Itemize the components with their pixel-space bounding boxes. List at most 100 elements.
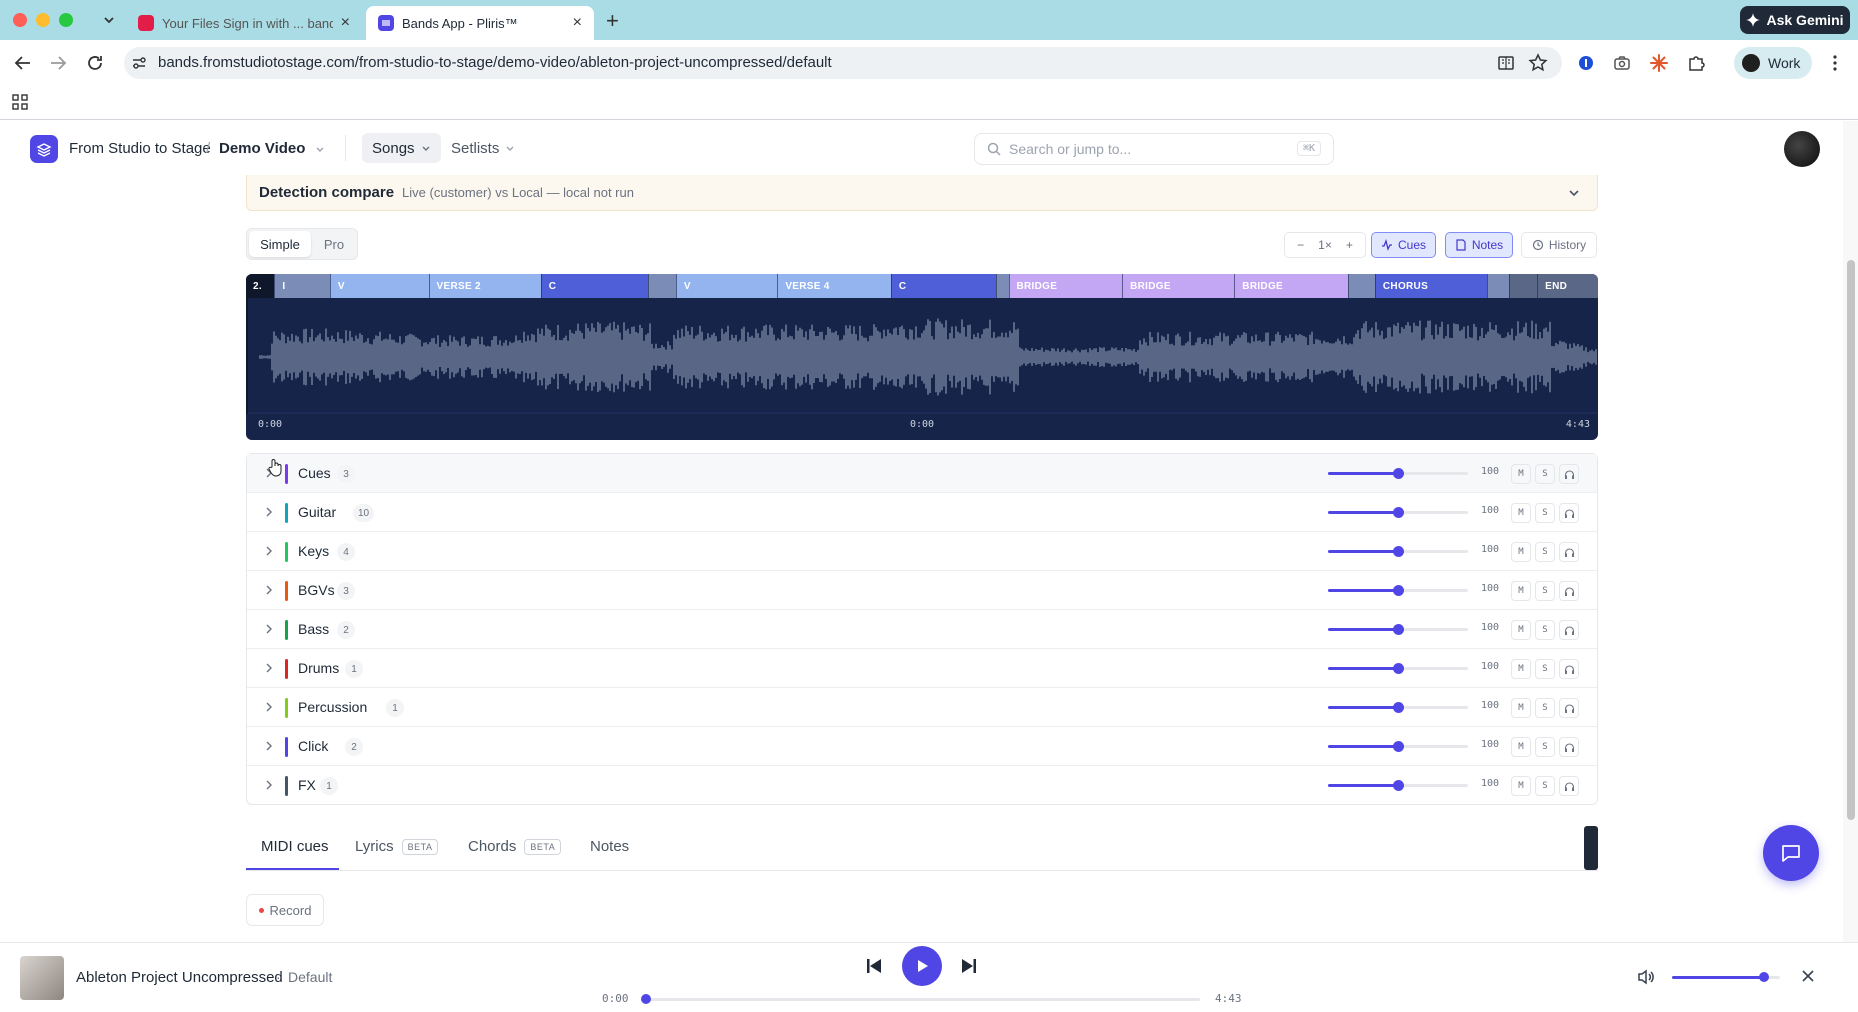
expand-chevron-icon[interactable] (263, 662, 275, 674)
mute-button[interactable]: M (1511, 581, 1531, 601)
mode-pro-button[interactable]: Pro (313, 231, 355, 257)
reload-icon[interactable] (84, 52, 106, 74)
expand-chevron-icon[interactable] (263, 545, 275, 557)
breadcrumb-org[interactable]: From Studio to Stage (69, 140, 211, 157)
solo-button[interactable]: S (1535, 776, 1555, 796)
tab-close-icon[interactable]: × (573, 14, 582, 32)
headphones-icon[interactable] (1559, 659, 1579, 679)
next-track-icon[interactable] (959, 956, 979, 976)
search-input[interactable]: Search or jump to... ⌘K (974, 133, 1334, 165)
mute-button[interactable]: M (1511, 503, 1531, 523)
mute-button[interactable]: M (1511, 620, 1531, 640)
apps-grid-icon[interactable] (10, 92, 32, 114)
back-arrow-icon[interactable] (12, 52, 34, 74)
track-volume-slider[interactable] (1328, 546, 1468, 557)
mode-simple-button[interactable]: Simple (249, 231, 311, 257)
browser-menu-icon[interactable] (1824, 52, 1846, 74)
expand-chevron-icon[interactable] (263, 740, 275, 752)
track-row[interactable]: Click 2 100 M S (247, 727, 1597, 766)
headphones-icon[interactable] (1559, 503, 1579, 523)
track-volume-slider[interactable] (1328, 624, 1468, 635)
window-minimize-button[interactable] (36, 13, 50, 27)
headphones-icon[interactable] (1559, 698, 1579, 718)
expand-chevron-icon[interactable] (263, 779, 275, 791)
browser-tab-inactive[interactable]: Your Files Sign in with ... bands × (126, 6, 362, 40)
reader-mode-icon[interactable] (1495, 52, 1517, 74)
tab-lyrics[interactable]: Lyrics BETA (355, 838, 439, 855)
close-player-icon[interactable] (1800, 968, 1816, 984)
mute-button[interactable]: M (1511, 776, 1531, 796)
track-row[interactable]: Bass 2 100 M S (247, 610, 1597, 649)
cues-toggle-button[interactable]: Cues (1371, 232, 1436, 258)
track-row[interactable]: Drums 1 100 M S (247, 649, 1597, 688)
track-volume-slider[interactable] (1328, 741, 1468, 752)
track-volume-knob[interactable] (1393, 663, 1404, 674)
solo-button[interactable]: S (1535, 698, 1555, 718)
solo-button[interactable]: S (1535, 659, 1555, 679)
expand-chevron-icon[interactable] (263, 584, 275, 596)
playback-progress-slider[interactable] (641, 994, 1200, 1004)
tab-list-chevron-icon[interactable] (100, 11, 118, 29)
notes-toggle-button[interactable]: Notes (1445, 232, 1513, 258)
track-volume-knob[interactable] (1393, 585, 1404, 596)
song-waveform[interactable]: 2. I V VERSE 2 C V VERSE 4 C BRIDGE BRIDGE BRIDGE C… (246, 274, 1598, 440)
headphones-icon[interactable] (1559, 542, 1579, 562)
solo-button[interactable]: S (1535, 620, 1555, 640)
tab-chords[interactable]: Chords BETA (468, 838, 562, 855)
track-row[interactable]: Keys 4 100 M S (247, 532, 1597, 571)
solo-button[interactable]: S (1535, 581, 1555, 601)
track-volume-knob[interactable] (1393, 780, 1404, 791)
nav-setlists[interactable]: Setlists (441, 133, 525, 163)
solo-button[interactable]: S (1535, 503, 1555, 523)
mute-button[interactable]: M (1511, 659, 1531, 679)
detection-compare-panel[interactable]: Detection compare Live (customer) vs Loc… (246, 175, 1598, 211)
track-volume-slider[interactable] (1328, 468, 1468, 479)
browser-tab-active[interactable]: Bands App - Pliris™ × (366, 6, 594, 40)
record-button[interactable]: Record (246, 894, 324, 926)
zoom-in-button[interactable]: + (1346, 238, 1353, 252)
headphones-icon[interactable] (1559, 776, 1579, 796)
track-volume-slider[interactable] (1328, 780, 1468, 791)
track-volume-slider[interactable] (1328, 585, 1468, 596)
zoom-out-button[interactable]: − (1297, 238, 1304, 252)
page-scrollbar-thumb[interactable] (1847, 260, 1855, 820)
headphones-icon[interactable] (1559, 737, 1579, 757)
expand-chevron-icon[interactable] (263, 623, 275, 635)
track-volume-slider[interactable] (1328, 663, 1468, 674)
site-settings-icon[interactable] (128, 52, 150, 74)
volume-icon[interactable] (1636, 967, 1656, 987)
chevron-down-icon[interactable] (1567, 186, 1581, 200)
forward-arrow-icon[interactable] (47, 52, 69, 74)
player-song-title[interactable]: Ableton Project Uncompressed (76, 969, 283, 986)
solo-button[interactable]: S (1535, 542, 1555, 562)
solo-button[interactable]: S (1535, 464, 1555, 484)
password-manager-icon[interactable] (1575, 52, 1597, 74)
playback-progress-knob[interactable] (641, 994, 651, 1004)
player-volume-knob[interactable] (1758, 972, 1769, 982)
track-row[interactable]: Cues 3 100 M S (247, 454, 1597, 493)
track-row[interactable]: BGVs 3 100 M S (247, 571, 1597, 610)
headphones-icon[interactable] (1559, 581, 1579, 601)
breadcrumb-project[interactable]: Demo Video (219, 140, 325, 157)
window-zoom-button[interactable] (59, 13, 73, 27)
camera-icon[interactable] (1611, 52, 1633, 74)
expand-chevron-icon[interactable] (263, 506, 275, 518)
app-logo-icon[interactable] (30, 135, 58, 163)
profile-button[interactable]: Work (1734, 47, 1812, 79)
new-tab-button[interactable]: + (606, 8, 619, 34)
track-row[interactable]: Percussion 1 100 M S (247, 688, 1597, 727)
mute-button[interactable]: M (1511, 542, 1531, 562)
track-volume-knob[interactable] (1393, 702, 1404, 713)
track-volume-slider[interactable] (1328, 507, 1468, 518)
previous-track-icon[interactable] (864, 956, 884, 976)
player-volume-slider[interactable] (1672, 972, 1780, 982)
mute-button[interactable]: M (1511, 698, 1531, 718)
window-close-button[interactable] (13, 13, 27, 27)
nav-songs[interactable]: Songs (362, 133, 441, 163)
extension-sparkle-icon[interactable] (1648, 52, 1670, 74)
play-button[interactable] (902, 946, 942, 986)
track-volume-knob[interactable] (1393, 624, 1404, 635)
track-row[interactable]: Guitar 10 100 M S (247, 493, 1597, 532)
extensions-puzzle-icon[interactable] (1685, 52, 1707, 74)
mute-button[interactable]: M (1511, 737, 1531, 757)
